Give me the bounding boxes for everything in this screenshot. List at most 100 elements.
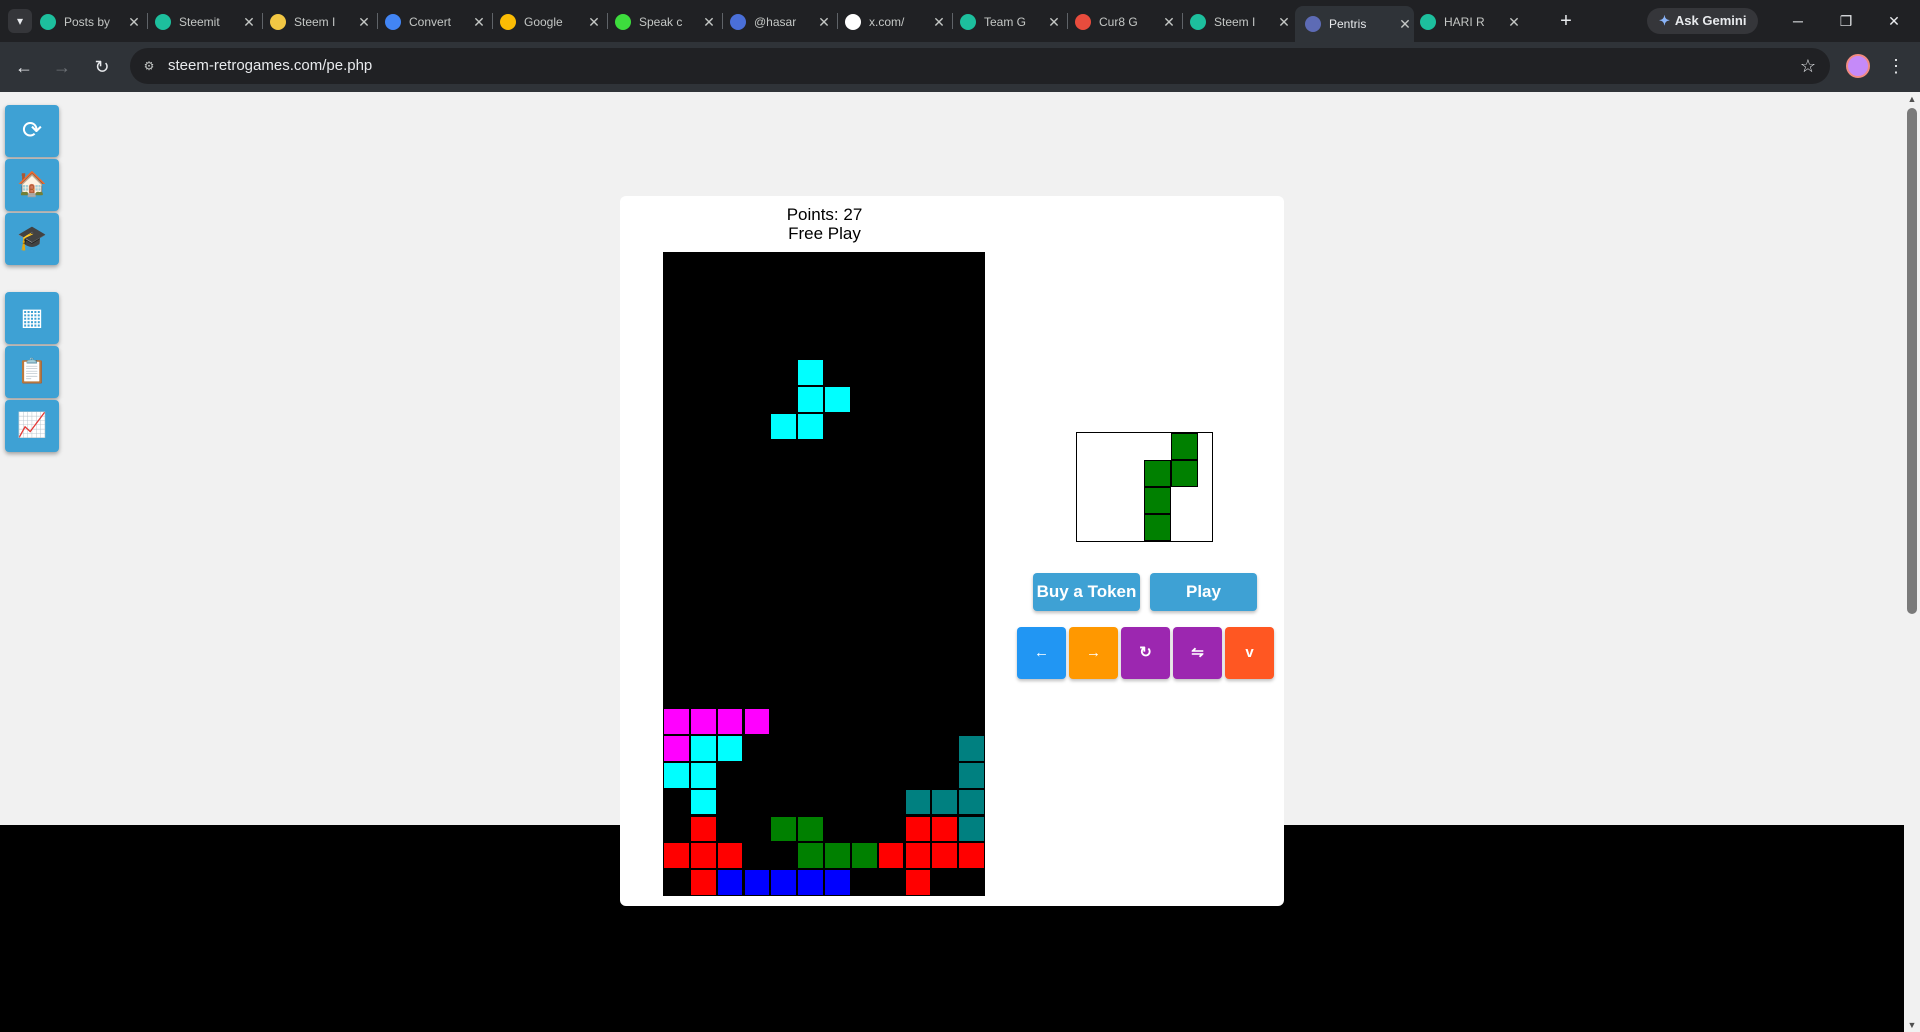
restore-button[interactable]: ❐ bbox=[1826, 8, 1866, 34]
settled-block bbox=[716, 842, 744, 870]
settled-block bbox=[689, 788, 717, 816]
lightbulb-icon bbox=[500, 14, 516, 30]
tab-google-drive[interactable]: Convert ✕ bbox=[385, 9, 488, 35]
tab-profile[interactable]: @hasar ✕ bbox=[730, 9, 833, 35]
tab-steemit[interactable]: Posts by ✕ bbox=[40, 9, 143, 35]
close-tab-icon[interactable]: ✕ bbox=[470, 14, 488, 31]
tab-lightbulb[interactable]: Google ✕ bbox=[500, 9, 603, 35]
falling-block bbox=[797, 413, 824, 440]
new-tab-button[interactable]: + bbox=[1554, 9, 1578, 33]
tab-emoji[interactable]: Steem I ✕ bbox=[270, 9, 373, 35]
steemit-icon bbox=[960, 14, 976, 30]
site-settings-icon[interactable]: ⚙ bbox=[140, 57, 158, 75]
tab-steem[interactable]: Steem I ✕ bbox=[1190, 9, 1293, 35]
sparkle-icon: ✦ bbox=[1659, 13, 1670, 28]
x-icon bbox=[845, 14, 861, 30]
reload-icon[interactable]: ⟳ bbox=[5, 105, 59, 157]
clipboard-icon[interactable]: 📋 bbox=[5, 346, 59, 398]
tab-separator bbox=[377, 13, 378, 29]
back-icon[interactable]: ← bbox=[12, 55, 36, 79]
settled-block bbox=[931, 788, 959, 816]
bookmark-star-icon[interactable]: ☆ bbox=[1800, 48, 1816, 84]
tab-cur8[interactable]: Cur8 G ✕ bbox=[1075, 9, 1178, 35]
tab-x[interactable]: x.com/ ✕ bbox=[845, 9, 948, 35]
settled-block bbox=[770, 869, 798, 896]
settled-block bbox=[797, 842, 824, 870]
settled-block bbox=[797, 869, 824, 896]
settled-block bbox=[743, 869, 771, 896]
next-piece-block bbox=[1171, 460, 1198, 487]
close-tab-icon[interactable]: ✕ bbox=[700, 14, 718, 31]
settled-block bbox=[689, 735, 717, 762]
next-piece-preview bbox=[1076, 432, 1213, 542]
settled-block bbox=[931, 842, 959, 870]
drop-button[interactable]: v bbox=[1225, 627, 1274, 679]
settled-block bbox=[824, 869, 851, 896]
close-tab-icon[interactable]: ✕ bbox=[125, 14, 143, 31]
pentris-icon bbox=[1305, 16, 1321, 32]
reload-page-icon[interactable]: ↻ bbox=[90, 55, 114, 79]
close-tab-icon[interactable]: ✕ bbox=[815, 14, 833, 31]
home-icon[interactable]: 🏠 bbox=[5, 159, 59, 211]
tab-hari[interactable]: HARI R ✕ bbox=[1420, 9, 1523, 35]
rotate-button[interactable]: ↻ bbox=[1121, 627, 1170, 679]
settled-block bbox=[689, 842, 717, 870]
chevron-down-icon[interactable]: ▾ bbox=[8, 9, 32, 33]
grid-icon[interactable]: ▦ bbox=[5, 292, 59, 344]
settled-block bbox=[958, 815, 985, 843]
settled-block bbox=[958, 842, 985, 870]
play-button[interactable]: Play bbox=[1150, 573, 1257, 611]
buy-token-button[interactable]: Buy a Token bbox=[1033, 573, 1140, 611]
close-tab-icon[interactable]: ✕ bbox=[930, 14, 948, 31]
chart-icon[interactable]: 📈 bbox=[5, 400, 59, 452]
settled-block bbox=[770, 815, 798, 843]
ask-gemini-label: Ask Gemini bbox=[1674, 13, 1747, 28]
settled-block bbox=[850, 842, 878, 870]
tab-title: x.com/ bbox=[869, 15, 905, 29]
graduation-cap-icon[interactable]: 🎓 bbox=[5, 213, 59, 265]
steemit-icon bbox=[40, 14, 56, 30]
page-scrollbar[interactable]: ▲ ▼ bbox=[1904, 92, 1920, 1032]
points-display: Points: 27 bbox=[786, 205, 863, 224]
tab-separator bbox=[262, 13, 263, 29]
settled-block bbox=[877, 842, 905, 870]
forward-icon[interactable]: → bbox=[50, 55, 74, 79]
close-tab-icon[interactable]: ✕ bbox=[240, 14, 258, 31]
avatar[interactable] bbox=[1846, 54, 1870, 78]
close-window-button[interactable]: ✕ bbox=[1874, 8, 1914, 34]
close-tab-icon[interactable]: ✕ bbox=[1396, 16, 1414, 33]
scrollbar-thumb[interactable] bbox=[1907, 108, 1917, 614]
game-board[interactable] bbox=[663, 252, 985, 896]
scroll-down-arrow-icon[interactable]: ▼ bbox=[1907, 1020, 1917, 1030]
profile-icon bbox=[730, 14, 746, 30]
settled-block bbox=[931, 815, 959, 843]
settled-block bbox=[663, 708, 690, 735]
scroll-up-arrow-icon[interactable]: ▲ bbox=[1907, 94, 1917, 104]
falling-block bbox=[824, 386, 851, 413]
settled-block bbox=[689, 869, 717, 896]
minimize-button[interactable]: ─ bbox=[1778, 8, 1818, 34]
tab-separator bbox=[492, 13, 493, 29]
next-piece-block bbox=[1144, 487, 1171, 514]
move-left-button[interactable]: ← bbox=[1017, 627, 1066, 679]
tab-steemit[interactable]: Steemit ✕ bbox=[155, 9, 258, 35]
close-tab-icon[interactable]: ✕ bbox=[1275, 14, 1293, 31]
close-tab-icon[interactable]: ✕ bbox=[1160, 14, 1178, 31]
next-piece-block bbox=[1144, 514, 1171, 541]
move-right-button[interactable]: → bbox=[1069, 627, 1118, 679]
close-tab-icon[interactable]: ✕ bbox=[355, 14, 373, 31]
tab-play[interactable]: Speak c ✕ bbox=[615, 9, 718, 35]
url-text[interactable]: steem-retrogames.com/pe.php bbox=[168, 48, 372, 84]
tab-separator bbox=[837, 13, 838, 29]
tab-pentris[interactable]: Pentris ✕ bbox=[1295, 6, 1414, 42]
settled-block bbox=[958, 788, 985, 816]
flip-button[interactable]: ⇋ bbox=[1173, 627, 1222, 679]
kebab-menu-icon[interactable]: ⋮ bbox=[1886, 54, 1906, 78]
close-tab-icon[interactable]: ✕ bbox=[1045, 14, 1063, 31]
tab-separator bbox=[1067, 13, 1068, 29]
close-tab-icon[interactable]: ✕ bbox=[1505, 14, 1523, 31]
ask-gemini-button[interactable]: ✦ Ask Gemini bbox=[1647, 8, 1759, 34]
address-bar[interactable]: ⚙ steem-retrogames.com/pe.php ☆ bbox=[130, 48, 1830, 84]
tab-steemit[interactable]: Team G ✕ bbox=[960, 9, 1063, 35]
close-tab-icon[interactable]: ✕ bbox=[585, 14, 603, 31]
